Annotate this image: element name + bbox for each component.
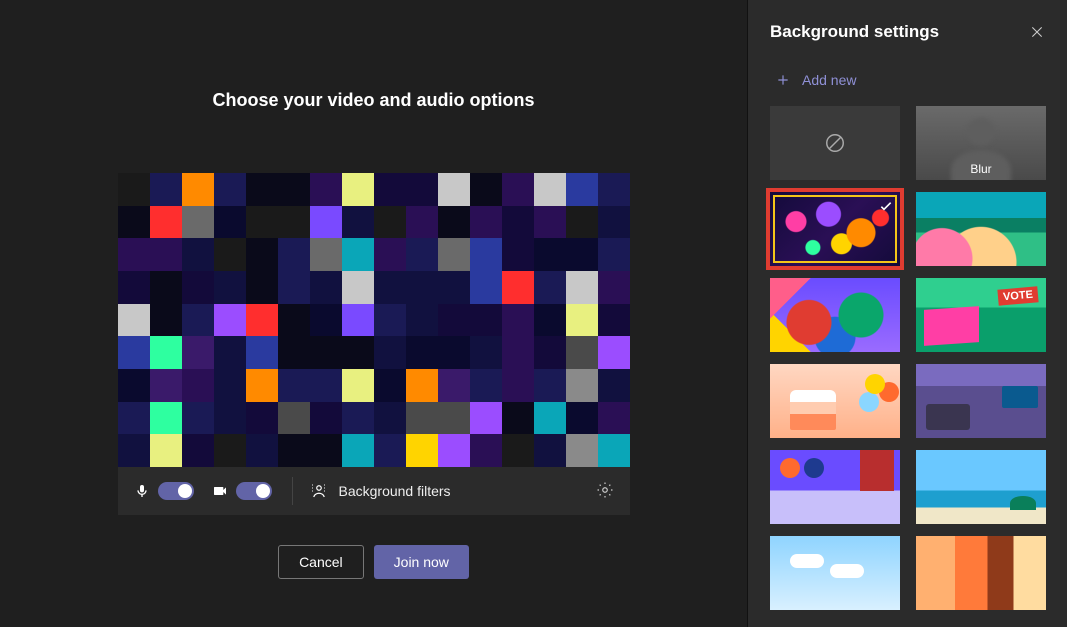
selected-check-icon [878,198,894,214]
device-settings-button[interactable] [596,481,616,501]
no-background-icon [824,132,846,154]
camera-toggle[interactable] [236,482,272,500]
background-filters-icon [309,481,329,501]
plus-icon [776,73,790,87]
background-filters-label: Background filters [339,483,451,499]
background-option-canyon[interactable] [916,536,1046,610]
action-row: Cancel Join now [278,545,469,579]
cancel-button[interactable]: Cancel [278,545,364,579]
background-option-tropical-beach[interactable] [916,450,1046,524]
background-option-none[interactable] [770,106,900,180]
close-panel-button[interactable] [1029,24,1045,40]
background-option-blur[interactable]: Blur [916,106,1046,180]
prejoin-main: Choose your video and audio options [0,0,747,627]
background-option-shapes-shelf[interactable] [770,450,900,524]
background-option-colorful-hands[interactable] [770,278,900,352]
background-settings-panel: Background settings Add new Blur [747,0,1067,627]
background-option-vote-collage[interactable] [916,278,1046,352]
background-option-birthday-cake[interactable] [770,364,900,438]
add-new-label: Add new [802,72,856,88]
video-preview [118,173,630,467]
add-new-button[interactable]: Add new [748,42,1067,106]
blur-label: Blur [916,162,1046,176]
background-option-blue-sky[interactable] [770,536,900,610]
microphone-toggle[interactable] [158,482,194,500]
background-grid-scroll[interactable]: Blur [748,106,1067,627]
preview-controls-bar: Background filters [118,467,630,515]
background-filters-button[interactable]: Background filters [303,481,451,501]
background-option-living-room[interactable] [916,364,1046,438]
camera-icon [210,481,230,501]
microphone-icon [132,481,152,501]
panel-title: Background settings [770,22,939,42]
page-title: Choose your video and audio options [212,90,534,111]
divider [292,477,293,505]
background-option-abstract-wave[interactable] [916,192,1046,266]
background-option-bokeh-lights[interactable] [770,192,900,266]
join-now-button[interactable]: Join now [374,545,469,579]
